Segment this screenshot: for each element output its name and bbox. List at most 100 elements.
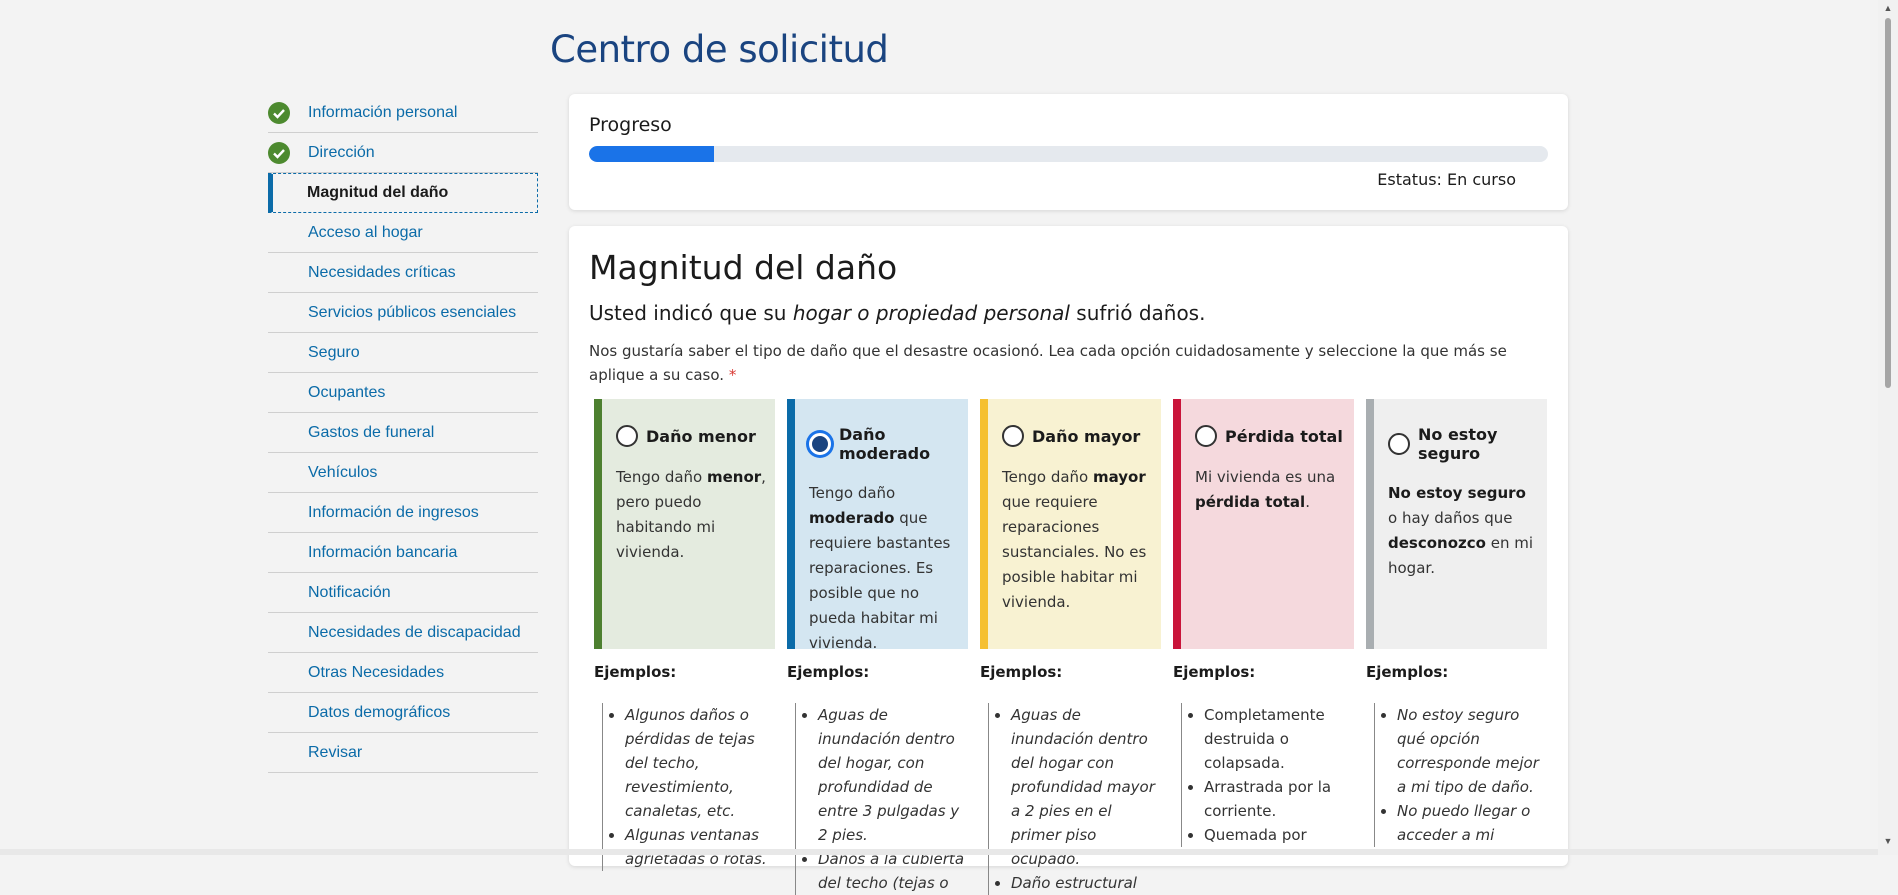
sidebar-item-label: Información bancaria (308, 543, 458, 561)
sidebar-item[interactable]: Información bancaria (268, 533, 538, 573)
sidebar-item-label: Vehículos (308, 463, 378, 481)
option-radio-label[interactable]: Pérdida total (1195, 425, 1346, 447)
required-mark: * (728, 366, 737, 384)
examples-list: Completamente destruida o colapsada.Arra… (1181, 703, 1354, 847)
sidebar-item[interactable]: Servicios públicos esenciales (268, 293, 538, 333)
option-radio-label[interactable]: No estoy seguro (1388, 425, 1539, 463)
option-radio-label[interactable]: Daño mayor (1002, 425, 1153, 447)
description-emphasis: pérdida total (1195, 493, 1306, 511)
progress-bar-fill (589, 146, 714, 162)
example-item: Algunas ventanas agrietadas o rotas. (625, 823, 775, 871)
radio-button[interactable] (1002, 425, 1024, 447)
option-radio-label[interactable]: Daño moderado (809, 425, 960, 463)
sidebar-item-label: Datos demográficos (308, 703, 451, 721)
sidebar-item-label: Otras Necesidades (308, 663, 445, 681)
sidebar-item-label: Información de ingresos (308, 503, 479, 521)
example-item: No estoy seguro qué opción corresponde m… (1397, 703, 1547, 799)
damage-option-tile[interactable]: Daño moderado Tengo daño moderado que req… (787, 399, 968, 652)
damage-option-tile[interactable]: Daño menor Tengo daño menor, pero puedo h… (594, 399, 775, 649)
option-description: Tengo daño moderado que requiere bastant… (809, 481, 960, 656)
damage-option: Pérdida total Mi vivienda es una pérdida … (1173, 399, 1354, 895)
sidebar-item-label: Acceso al hogar (308, 223, 423, 241)
damage-option: Daño menor Tengo daño menor, pero puedo h… (594, 399, 775, 895)
damage-section-card: Magnitud del daño Usted indicó que su ho… (569, 226, 1568, 895)
description-emphasis: menor (706, 468, 762, 486)
sidebar-item[interactable]: Gastos de funeral (268, 413, 538, 453)
examples-list: No estoy seguro qué opción corresponde m… (1374, 703, 1547, 847)
application-steps-nav: Información personal Dirección Magnitud de… (268, 93, 538, 773)
progress-title: Progreso (589, 114, 672, 136)
damage-option-tile[interactable]: Pérdida total Mi vivienda es una pérdida … (1173, 399, 1354, 649)
sidebar-item[interactable]: Información de ingresos (268, 493, 538, 533)
examples-list: Algunos daños o pérdidas de tejas del te… (602, 703, 775, 871)
sidebar-item[interactable]: Notificación (268, 573, 538, 613)
section-subheading: Usted indicó que su hogar o propiedad pe… (589, 301, 1548, 325)
example-item: Aguas de inundación dentro del hogar con… (1011, 703, 1161, 871)
sidebar-item-label: Ocupantes (308, 383, 386, 401)
sidebar-item[interactable]: Otras Necesidades (268, 653, 538, 693)
sidebar-item[interactable]: Ocupantes (268, 373, 538, 413)
examples-list: Aguas de inundación dentro del hogar con… (988, 703, 1161, 895)
scroll-down-icon[interactable]: ▼ (1882, 835, 1894, 847)
example-item: Algunos daños o pérdidas de tejas del te… (625, 703, 775, 823)
status-text: Estatus: En curso (1377, 170, 1516, 189)
description-emphasis: mayor (1092, 468, 1146, 486)
sidebar-item-label: Necesidades críticas (308, 263, 456, 281)
example-item: Quemada por (1204, 823, 1354, 847)
option-label-text: Daño moderado (839, 425, 931, 463)
option-label-text: No estoy seguro (1418, 425, 1498, 463)
damage-option: Daño moderado Tengo daño moderado que req… (787, 399, 968, 895)
option-description: No estoy seguro o hay daños que desconoz… (1388, 481, 1539, 581)
sidebar-item[interactable]: Seguro (268, 333, 538, 373)
sidebar-item-label: Magnitud del daño (307, 184, 449, 201)
sidebar-item[interactable]: Magnitud del daño (268, 173, 538, 213)
examples-title: Ejemplos: (1366, 663, 1449, 681)
sidebar-item-label: Revisar (308, 743, 363, 761)
radio-button[interactable] (616, 425, 638, 447)
sidebar-item[interactable]: Necesidades de discapacidad (268, 613, 538, 653)
sidebar-item[interactable]: Dirección (268, 133, 538, 173)
sidebar-item[interactable]: Vehículos (268, 453, 538, 493)
scrollbar-thumb[interactable] (1885, 18, 1891, 388)
subheading-text: Usted indicó que su (589, 301, 793, 325)
option-description: Mi vivienda es una pérdida total. (1195, 465, 1346, 515)
radio-selected[interactable] (809, 433, 831, 455)
sidebar-item-label: Servicios públicos esenciales (308, 303, 517, 321)
description-text: que requiere reparaciones sustanciales. … (1002, 493, 1147, 611)
description-text: . (1305, 493, 1310, 511)
examples-title: Ejemplos: (1173, 663, 1256, 681)
description-text: Tengo daño (1002, 468, 1093, 486)
option-radio-label[interactable]: Daño menor (616, 425, 767, 447)
progress-card: Progreso Estatus: En curso (569, 94, 1568, 210)
section-heading: Magnitud del daño (589, 248, 898, 287)
examples-title: Ejemplos: (787, 663, 870, 681)
damage-option-tile[interactable]: No estoy seguro No estoy seguro o hay dañ… (1366, 399, 1547, 649)
sidebar-item-label: Gastos de funeral (308, 423, 435, 441)
sidebar-item-label: Dirección (308, 143, 375, 161)
radio-button[interactable] (1195, 425, 1217, 447)
sidebar-item[interactable]: Datos demográficos (268, 693, 538, 733)
sidebar-item-label: Necesidades de discapacidad (308, 623, 521, 641)
option-description: Tengo daño mayor que requiere reparacion… (1002, 465, 1153, 615)
description-text: o hay daños que (1388, 509, 1513, 527)
damage-option: No estoy seguro No estoy seguro o hay dañ… (1366, 399, 1547, 895)
damage-option-tile[interactable]: Daño mayor Tengo daño mayor que requiere … (980, 399, 1161, 649)
sidebar-item[interactable]: Necesidades críticas (268, 253, 538, 293)
option-label-text: Pérdida total (1225, 426, 1343, 446)
damage-options: Daño menor Tengo daño menor, pero puedo h… (594, 399, 1547, 895)
option-description: Tengo daño menor, pero puedo habitando m… (616, 465, 767, 565)
sidebar-item[interactable]: Información personal (268, 93, 538, 133)
description-text: Mi vivienda es una (1195, 468, 1336, 486)
sidebar-item[interactable]: Acceso al hogar (268, 213, 538, 253)
subheading-emphasis: hogar o propiedad personal (792, 301, 1070, 325)
horizontal-scrollbar[interactable] (0, 849, 1878, 855)
description-text: Tengo daño (809, 484, 896, 502)
vertical-scrollbar[interactable]: ▲ ▼ (1878, 0, 1898, 855)
page-title: Centro de solicitud (550, 28, 889, 71)
description-text: que requiere bastantes reparaciones. Es … (809, 509, 951, 652)
option-label-text: Daño menor (646, 426, 756, 446)
sidebar-item[interactable]: Revisar (268, 733, 538, 773)
radio-button[interactable] (1388, 433, 1410, 455)
check-circle-icon (268, 142, 290, 164)
scroll-up-icon[interactable]: ▲ (1882, 2, 1894, 14)
